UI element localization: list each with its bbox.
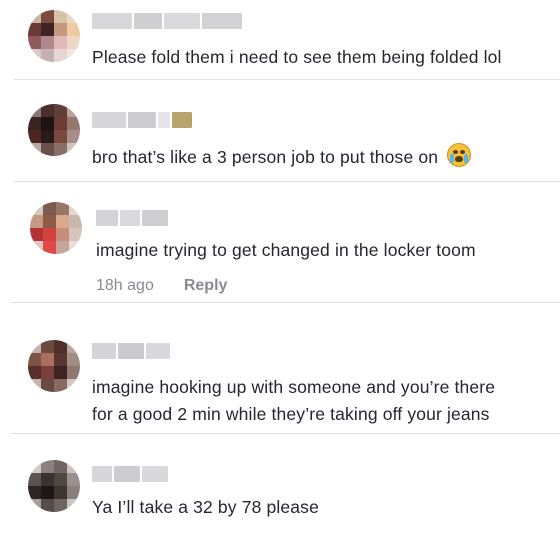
comment-text-line: for a good 2 min while they’re taking of… — [92, 404, 490, 424]
comment-text-content: bro that’s like a 3 person job to put th… — [92, 147, 439, 167]
avatar[interactable] — [28, 460, 80, 512]
username-blurred[interactable] — [92, 466, 168, 482]
avatar[interactable] — [28, 104, 80, 156]
divider — [14, 181, 560, 182]
username-blurred[interactable] — [92, 13, 242, 29]
divider — [10, 433, 560, 434]
timestamp: 18h ago — [96, 277, 154, 294]
comment-text: bro that’s like a 3 person job to put th… — [92, 143, 472, 171]
comment-text-line: imagine hooking up with someone and you’… — [92, 377, 496, 397]
comment-text: Ya I’ll take a 32 by 78 please — [92, 497, 319, 517]
username-blurred[interactable] — [92, 112, 192, 128]
avatar[interactable] — [30, 202, 82, 254]
comment-meta: 18h ago Reply — [96, 277, 227, 295]
reply-button[interactable]: Reply — [184, 277, 228, 295]
comment-text: imagine hooking up with someone and you’… — [92, 374, 495, 428]
username-blurred[interactable] — [96, 210, 168, 226]
divider — [10, 302, 560, 303]
comment-text: Please fold them i need to see them bein… — [92, 47, 502, 67]
divider — [14, 79, 560, 80]
crying-emoji-icon — [447, 143, 472, 167]
comment-text: imagine trying to get changed in the loc… — [96, 240, 476, 260]
avatar[interactable] — [28, 10, 80, 62]
avatar[interactable] — [28, 340, 80, 392]
username-blurred[interactable] — [92, 343, 170, 359]
